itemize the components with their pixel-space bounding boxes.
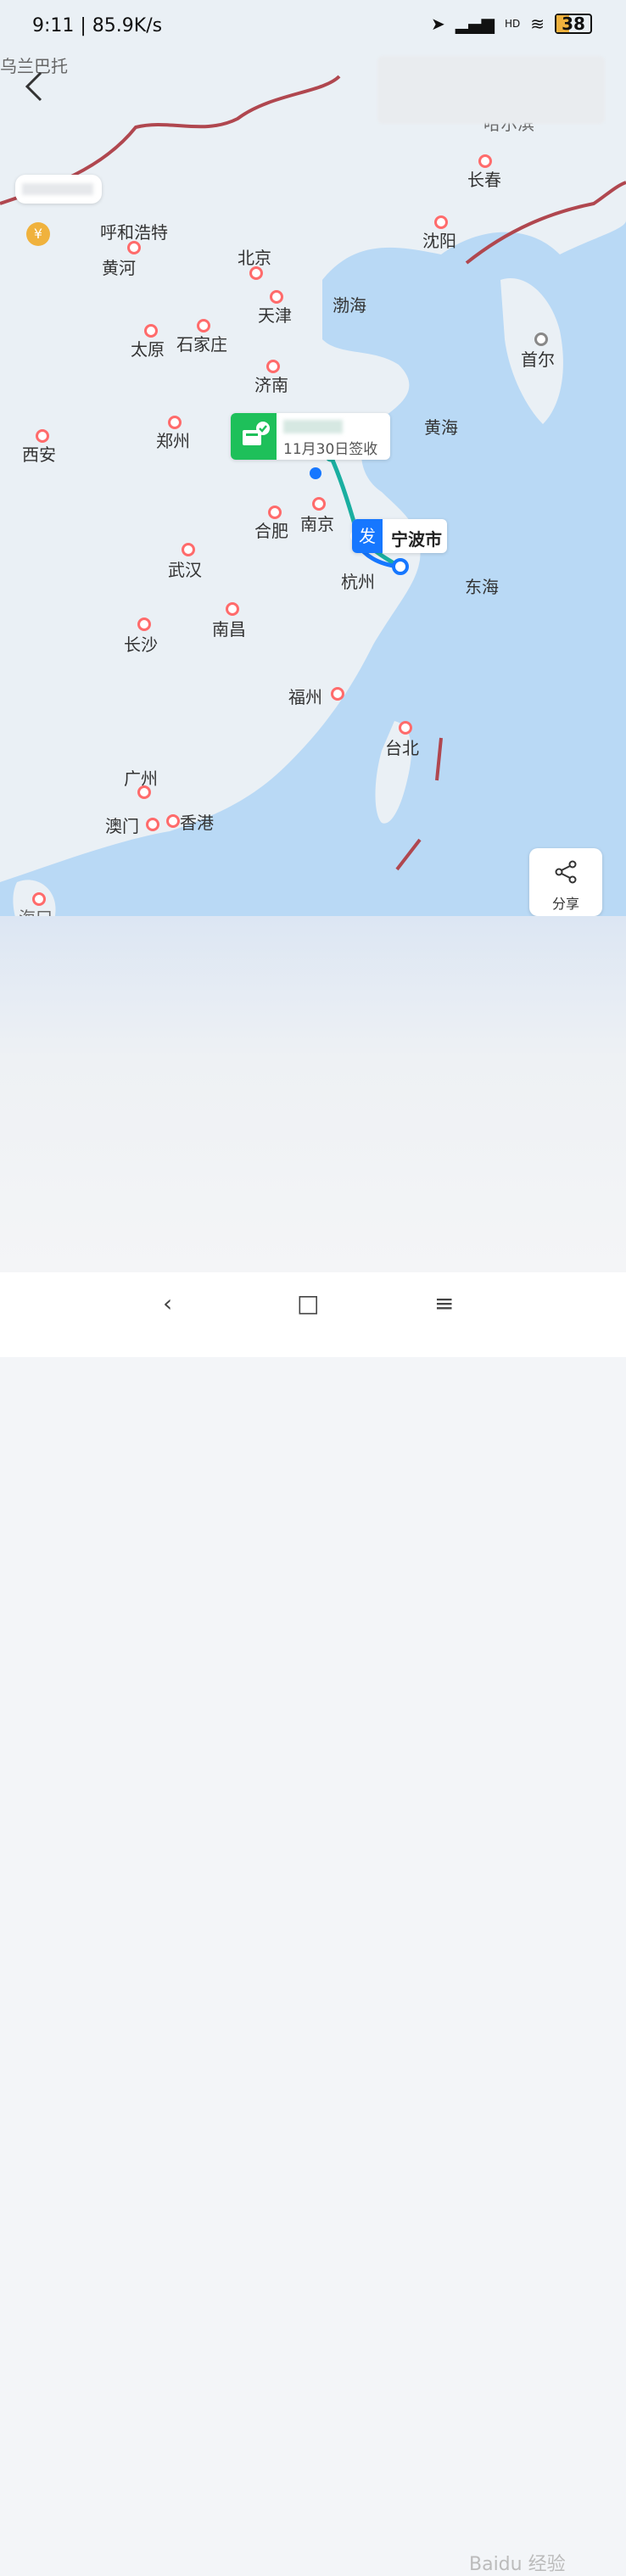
hd-label: HD bbox=[504, 18, 521, 30]
city-label: 首尔 bbox=[521, 349, 555, 370]
city-label: 长沙 bbox=[124, 634, 158, 655]
top-right-blur bbox=[377, 56, 605, 124]
send-marker[interactable]: 发 宁波市 bbox=[352, 519, 447, 553]
bubble-blur bbox=[22, 183, 93, 195]
signed-title-blur bbox=[283, 420, 343, 433]
city-dot bbox=[249, 266, 263, 280]
signal-icon: ▂▄▆ bbox=[455, 14, 495, 34]
sea-label: 东海 bbox=[465, 577, 499, 597]
city-label: 黄河 bbox=[102, 258, 136, 278]
city-label: 香港 bbox=[180, 813, 214, 833]
city-label: 福州 bbox=[288, 687, 322, 707]
battery-level: 38 bbox=[562, 14, 585, 34]
city-label: 太原 bbox=[131, 339, 165, 360]
share-button[interactable]: 分享 bbox=[529, 848, 602, 916]
city-label: 澳门 bbox=[105, 816, 139, 836]
wifi-icon: ≋ bbox=[530, 14, 545, 34]
back-button[interactable] bbox=[20, 68, 54, 105]
city-label: 台北 bbox=[385, 738, 419, 758]
city-label: 合肥 bbox=[254, 521, 288, 541]
signed-date: 11月30日签收 bbox=[283, 441, 378, 458]
navigation-bar: ‹ □ ≡ Baidu 经验 bbox=[0, 1272, 626, 2575]
status-bar: 9:11 | 85.9K/s ➤ ▂▄▆ HD ≋ 38 bbox=[0, 0, 626, 54]
city-label: 济南 bbox=[254, 375, 288, 395]
city-dot bbox=[146, 818, 159, 831]
city-label: 沈阳 bbox=[422, 231, 456, 251]
city-label: 南昌 bbox=[212, 619, 246, 640]
city-dot bbox=[182, 543, 195, 556]
city-dot bbox=[399, 721, 412, 735]
sea-label: 渤海 bbox=[333, 295, 366, 316]
send-tag: 发 bbox=[352, 519, 383, 553]
city-dot bbox=[137, 785, 151, 799]
city-dot bbox=[166, 814, 180, 828]
city-dot bbox=[127, 241, 141, 254]
coin-icon[interactable]: ¥ bbox=[26, 222, 50, 246]
city-label: 北京 bbox=[238, 248, 271, 268]
city-label: 呼和浩特 bbox=[100, 222, 168, 243]
nav-back-icon[interactable]: ‹ bbox=[163, 1289, 172, 1317]
share-label: 分享 bbox=[551, 896, 579, 912]
status-time: 9:11 | 85.9K/s bbox=[32, 15, 163, 36]
city-label: 天津 bbox=[258, 305, 292, 326]
nav-home-icon[interactable]: □ bbox=[297, 1289, 319, 1317]
city-label: 杭州 bbox=[341, 572, 375, 592]
send-city: 宁波市 bbox=[391, 529, 442, 550]
city-label: 西安 bbox=[22, 444, 56, 465]
nav-menu-icon[interactable]: ≡ bbox=[434, 1289, 454, 1317]
city-label: 南京 bbox=[300, 514, 334, 534]
signed-marker[interactable]: 11月30日签收 bbox=[231, 413, 390, 460]
location-arrow-icon: ➤ bbox=[431, 14, 445, 34]
city-label: 长春 bbox=[467, 170, 501, 190]
city-label: 武汉 bbox=[168, 560, 202, 580]
map-canvas bbox=[0, 0, 626, 933]
city-label: 石家庄 bbox=[176, 334, 227, 355]
status-icons: ➤ ▂▄▆ HD ≋ 38 bbox=[431, 14, 592, 34]
watermark: Baidu 经验 bbox=[469, 2554, 566, 2575]
location-bubble[interactable] bbox=[15, 175, 102, 204]
city-dot bbox=[137, 617, 151, 631]
city-dot bbox=[226, 602, 239, 616]
city-dot bbox=[331, 687, 344, 701]
city-label: 郑州 bbox=[156, 431, 190, 451]
map-view[interactable]: 乌兰巴托 哈尔滨 长春 呼和浩特 黄河 沈阳 北京 渤海 天津 首尔 太原 石家… bbox=[0, 0, 626, 933]
package-signed-icon bbox=[231, 413, 277, 460]
sea-label: 黄海 bbox=[424, 417, 458, 438]
battery-icon: 38 bbox=[555, 14, 592, 34]
bottom-panel-blur bbox=[0, 916, 626, 1272]
city-dot bbox=[534, 332, 548, 346]
city-dot bbox=[312, 497, 326, 511]
